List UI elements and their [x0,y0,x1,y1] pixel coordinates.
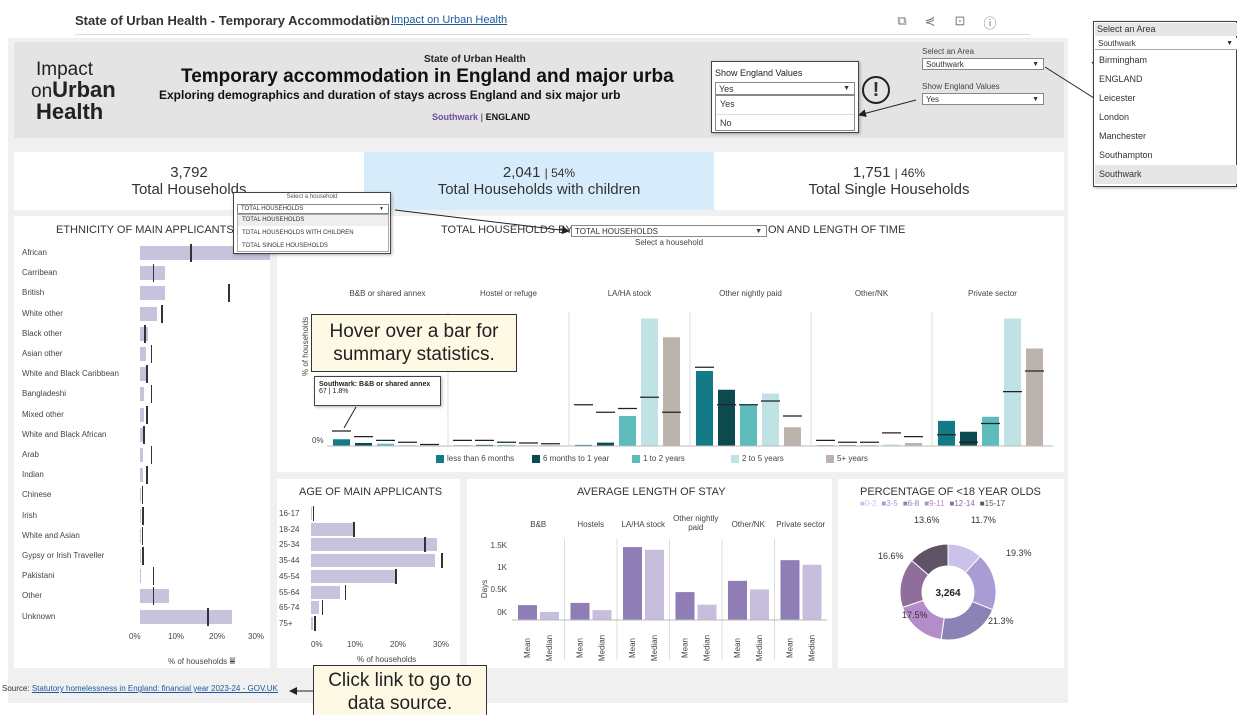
household-option-total[interactable]: TOTAL HOUSEHOLDS [238,215,388,226]
area-popup-label: Select an Area [1095,23,1237,36]
england-popup-label: Show England Values [715,68,803,78]
area-option[interactable]: London [1095,108,1237,127]
show-england-popup: Show England Values Yes ▼ Yes No [711,61,859,133]
household-options: TOTAL HOUSEHOLDS TOTAL HOUSEHOLDS WITH C… [237,214,389,252]
tooltip-title: Southwark: B&B or shared annex [319,381,431,388]
household-option-single[interactable]: TOTAL SINGLE HOUSEHOLDS [238,241,388,252]
area-popup: Select an Area Southwark ▼ Birmingham ENGL… [1093,21,1237,187]
area-option[interactable]: Birmingham [1095,51,1237,70]
area-options: Birmingham ENGLAND Leicester London Manchest… [1095,51,1237,187]
area-option[interactable]: Southampton [1095,146,1237,165]
hover-annotation: Hover over a bar for summary statistics. [311,314,517,372]
area-option[interactable]: Manchester [1095,127,1237,146]
area-option[interactable]: Southwark [1095,165,1237,184]
household-popup-label: Select a household [286,194,338,200]
england-popup-dropdown[interactable]: Yes ▼ [715,82,855,95]
area-popup-dropdown[interactable]: Southwark ▼ [1095,38,1237,50]
household-popup: Select a household TOTAL HOUSEHOLDS ▼ TOT… [233,192,391,254]
england-option-no[interactable]: No [716,114,854,130]
england-option-yes[interactable]: Yes [716,97,854,113]
household-popup-dropdown[interactable]: TOTAL HOUSEHOLDS ▼ [237,204,389,214]
tooltip-value: 67 | 1.8% [319,388,349,395]
england-popup-options: Yes No [715,95,855,131]
bar-tooltip: Southwark: B&B or shared annex 67 | 1.8% [314,376,441,406]
household-option-children[interactable]: TOTAL HOUSEHOLDS WITH CHILDREN [238,228,388,239]
area-option[interactable]: Leicester [1095,89,1237,108]
annotation-arrows [289,61,1136,695]
area-option[interactable]: ENGLAND [1095,70,1237,89]
click-annotation: Click link to go to data source. [313,665,487,715]
